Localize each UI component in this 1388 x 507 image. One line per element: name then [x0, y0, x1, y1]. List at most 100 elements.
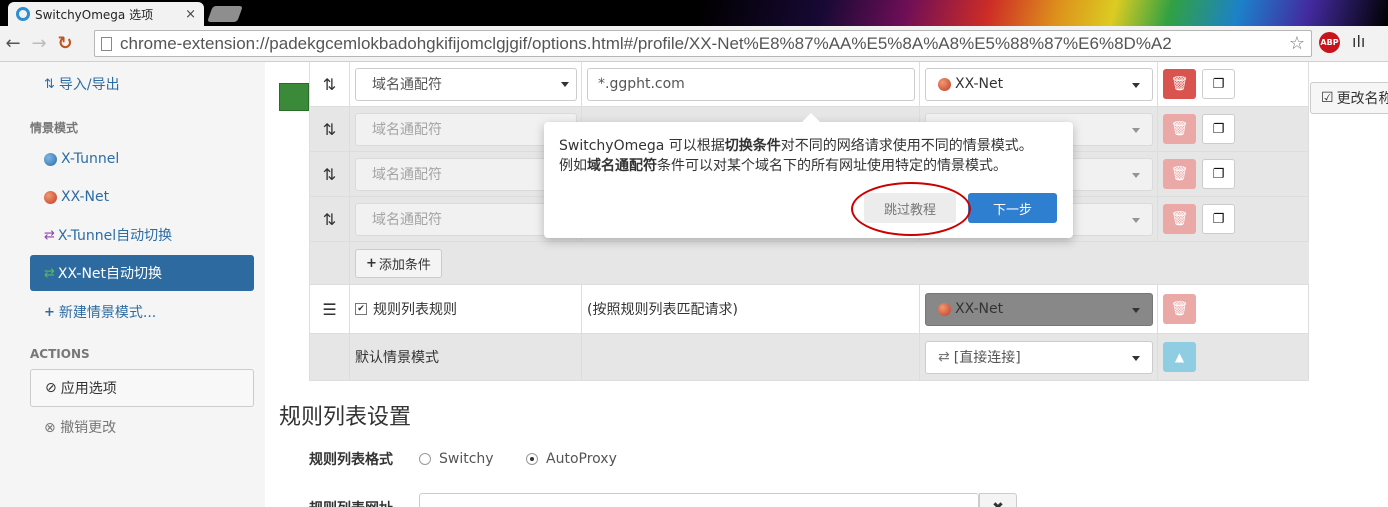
sort-handle-icon[interactable]: ⇅ [309, 62, 350, 106]
clone-rule-button[interactable]: ❐ [1202, 69, 1235, 99]
rename-button[interactable]: ☑ 更改名称 [1310, 82, 1388, 114]
delete-rule-button[interactable]: 🗑 [1163, 114, 1196, 144]
chevron-down-icon [561, 81, 569, 87]
theme-background [700, 0, 1388, 26]
undo-changes-link[interactable]: ⊗ 撤销更改 [44, 417, 116, 437]
delete-rule-button[interactable]: 🗑 [1163, 294, 1196, 324]
url-text[interactable]: chrome-extension://padekgcemlokbadohgkif… [120, 34, 1289, 54]
add-condition-row: + 添加条件 [309, 242, 1309, 285]
extension-icon[interactable]: ılı [1352, 32, 1365, 51]
default-profile-label: 默认情景模式 [355, 350, 439, 366]
globe-icon [44, 152, 57, 166]
sidebar-item-xx-net-auto[interactable]: ⇄ XX-Net自动切换 [30, 255, 254, 291]
page-icon [101, 36, 112, 51]
sidebar-item-label: X-Tunnel [61, 151, 120, 167]
clear-url-button[interactable]: ✖ [979, 493, 1017, 507]
chevron-down-icon [1132, 307, 1140, 313]
rulelist-profile-select[interactable]: XX-Net [925, 292, 1153, 326]
new-tab-button[interactable] [207, 6, 243, 22]
switch-icon: ⇄ [44, 265, 55, 281]
address-bar[interactable]: chrome-extension://padekgcemlokbadohgkif… [94, 30, 1312, 57]
format-option-label: AutoProxy [546, 451, 617, 467]
rulelist-url-input[interactable] [419, 493, 979, 507]
sidebar-item-label: X-Tunnel自动切换 [57, 228, 173, 244]
sidebar-item-x-tunnel[interactable]: X-Tunnel [30, 141, 254, 177]
forward-icon[interactable]: → [26, 33, 52, 54]
next-step-button[interactable]: 下一步 [968, 193, 1057, 223]
tutorial-text-bold: 切换条件 [724, 138, 781, 154]
condition-type-select[interactable]: 域名通配符 [355, 67, 577, 101]
sidebar-item-label: XX-Net [61, 189, 110, 205]
cancel-circle-icon: ⊗ [44, 420, 56, 436]
sidebar-item-x-tunnel-auto[interactable]: ⇄ X-Tunnel自动切换 [30, 217, 254, 253]
close-icon: ✖ [992, 500, 1004, 507]
clone-rule-button[interactable]: ❐ [1202, 114, 1235, 144]
import-export-icon: ⇅ [44, 76, 55, 92]
delete-rule-button[interactable]: 🗑 [1163, 69, 1196, 99]
annotation-ellipse [851, 182, 971, 236]
back-icon[interactable]: ← [0, 33, 26, 54]
sort-handle-icon[interactable]: ⇅ [309, 107, 350, 151]
new-profile-link[interactable]: + 新建情景模式... [44, 302, 156, 322]
sidebar-item-xx-net[interactable]: XX-Net [30, 179, 254, 215]
profiles-header: 情景模式 [30, 121, 79, 135]
plus-icon: + [366, 255, 377, 271]
rulelist-url-label: 规则列表网址 [309, 498, 393, 507]
add-condition-label: 添加条件 [378, 257, 431, 273]
globe-icon [938, 77, 951, 91]
rulelist-rule-desc: (按照规则列表匹配请求) [587, 302, 738, 318]
list-icon: ☰ [309, 285, 350, 333]
format-radio-switchy[interactable]: Switchy [419, 451, 494, 467]
chevron-down-icon [1132, 127, 1140, 133]
radio-icon [419, 453, 431, 465]
condition-type-value: 域名通配符 [372, 212, 442, 228]
add-condition-button[interactable]: + 添加条件 [355, 248, 442, 278]
result-profile-select[interactable]: XX-Net [925, 67, 1153, 101]
close-tab-icon[interactable]: × [185, 7, 196, 22]
sort-handle-icon[interactable]: ⇅ [309, 197, 350, 241]
switchyomega-icon [16, 7, 30, 21]
chevron-down-icon [1132, 355, 1140, 361]
format-radio-autoproxy[interactable]: AutoProxy [526, 451, 617, 467]
rulelist-format-label: 规则列表格式 [309, 452, 393, 468]
reload-icon[interactable]: ↻ [52, 33, 78, 54]
delete-rule-button[interactable]: 🗑 [1163, 159, 1196, 189]
profile-color-swatch[interactable] [279, 83, 309, 111]
apply-options-button[interactable]: ⊘ 应用选项 [30, 369, 254, 407]
bookmark-star-icon[interactable]: ☆ [1289, 33, 1305, 54]
tab-title: SwitchyOmega 选项 [35, 7, 154, 22]
tutorial-popover: SwitchyOmega 可以根据切换条件对不同的网络请求使用不同的情景模式。 … [544, 113, 1073, 238]
active-tab[interactable]: SwitchyOmega 选项 × [8, 2, 204, 26]
globe-icon [44, 190, 57, 204]
condition-type-value: 域名通配符 [372, 167, 442, 183]
sort-handle-icon[interactable]: ⇅ [309, 152, 350, 196]
rulelist-rule-row: ☰ ✔ 规则列表规则 (按照规则列表匹配请求) XX-Net 🗑 [309, 285, 1309, 334]
rulelist-settings-title: 规则列表设置 [279, 405, 412, 430]
sidebar-item-label: XX-Net自动切换 [57, 266, 163, 282]
radio-selected-icon [526, 453, 538, 465]
rulelist-checkbox[interactable]: ✔ [355, 303, 367, 315]
default-profile-row: 默认情景模式 ⇄ [直接连接] ▲ [309, 334, 1309, 381]
default-profile-select[interactable]: ⇄ [直接连接] [925, 340, 1153, 374]
clone-rule-button[interactable]: ❐ [1202, 159, 1235, 189]
rulelist-profile-value: XX-Net [955, 301, 1004, 317]
clone-rule-button[interactable]: ❐ [1202, 204, 1235, 234]
switch-icon: ⇄ [44, 227, 55, 243]
popover-arrow [801, 113, 821, 123]
adblock-icon[interactable]: ABP [1319, 32, 1340, 53]
chevron-down-icon [1132, 172, 1140, 178]
direct-icon: ⇄ [938, 349, 950, 365]
tutorial-text-part: 例如 [559, 158, 587, 174]
chevron-down-icon [1132, 82, 1140, 88]
check-circle-icon: ⊘ [45, 380, 57, 396]
apply-label: 应用选项 [60, 381, 117, 397]
format-option-label: Switchy [439, 451, 494, 467]
import-export-link[interactable]: ⇅ 导入/导出 [44, 74, 120, 94]
rename-label: 更改名称 [1336, 91, 1388, 107]
condition-type-value: 域名通配符 [372, 77, 442, 93]
move-up-button[interactable]: ▲ [1163, 342, 1196, 372]
default-profile-value: [直接连接] [953, 350, 1021, 366]
condition-pattern-input[interactable]: *.ggpht.com [587, 67, 915, 101]
tutorial-text: SwitchyOmega 可以根据切换条件对不同的网络请求使用不同的情景模式。 … [559, 136, 1059, 176]
delete-rule-button[interactable]: 🗑 [1163, 204, 1196, 234]
